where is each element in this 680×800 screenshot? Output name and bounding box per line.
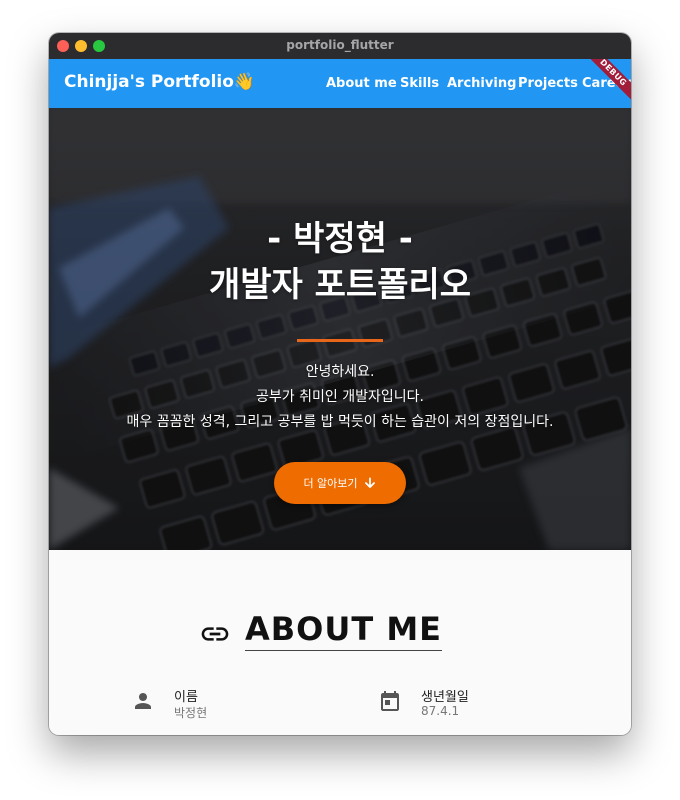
- window-titlebar: portfolio_flutter: [49, 33, 631, 59]
- hero-title-subtitle: 개발자 포트폴리오: [208, 265, 472, 305]
- learn-more-label: 더 알아보기: [303, 477, 358, 490]
- person-icon: [135, 693, 151, 709]
- info-value: 87.4.1: [421, 704, 460, 718]
- brand-title[interactable]: Chinjja's Portfolio👋: [64, 72, 255, 92]
- app-bar: Chinjja's Portfolio👋 About me Skills Arc…: [49, 59, 631, 108]
- info-label: 이름: [174, 690, 198, 705]
- link-icon: [201, 627, 229, 641]
- learn-more-button[interactable]: 더 알아보기: [274, 462, 406, 504]
- hero-intro-line: 안녕하세요.: [305, 364, 375, 380]
- hero-intro-line: 공부가 취미인 개발자입니다.: [256, 389, 424, 405]
- about-title: ABOUT ME: [245, 610, 443, 651]
- info-value: 박정현: [174, 706, 208, 720]
- about-section: ABOUT ME 이름 박정현 생년월일 87.4.1: [49, 550, 631, 735]
- hero-section: - 박정현 - 개발자 포트폴리오 안녕하세요. 공부가 취미인 개발자입니다.…: [49, 108, 631, 550]
- hero-divider: [297, 339, 383, 342]
- calendar-icon: [381, 691, 399, 711]
- nav-projects[interactable]: Projects: [518, 76, 578, 91]
- hero-intro-line: 매우 꼼꼼한 성격, 그리고 공부를 밥 먹듯이 하는 습관이 저의 장점입니다…: [126, 414, 554, 430]
- arrow-down-icon: [364, 477, 375, 488]
- hero-intro: 안녕하세요. 공부가 취미인 개발자입니다. 매우 꼼꼼한 성격, 그리고 공부…: [49, 360, 631, 435]
- hero-title: - 박정현 - 개발자 포트폴리오: [49, 216, 631, 308]
- info-label: 생년월일: [421, 690, 469, 705]
- app-window: portfolio_flutter Chinjja's Portfolio👋 A…: [49, 33, 631, 735]
- nav-archiving[interactable]: Archiving: [447, 76, 516, 91]
- window-title: portfolio_flutter: [286, 38, 394, 52]
- nav-about-me[interactable]: About me: [326, 76, 397, 91]
- nav-skills[interactable]: Skills: [400, 76, 439, 91]
- hero-title-name: - 박정현 -: [267, 219, 413, 259]
